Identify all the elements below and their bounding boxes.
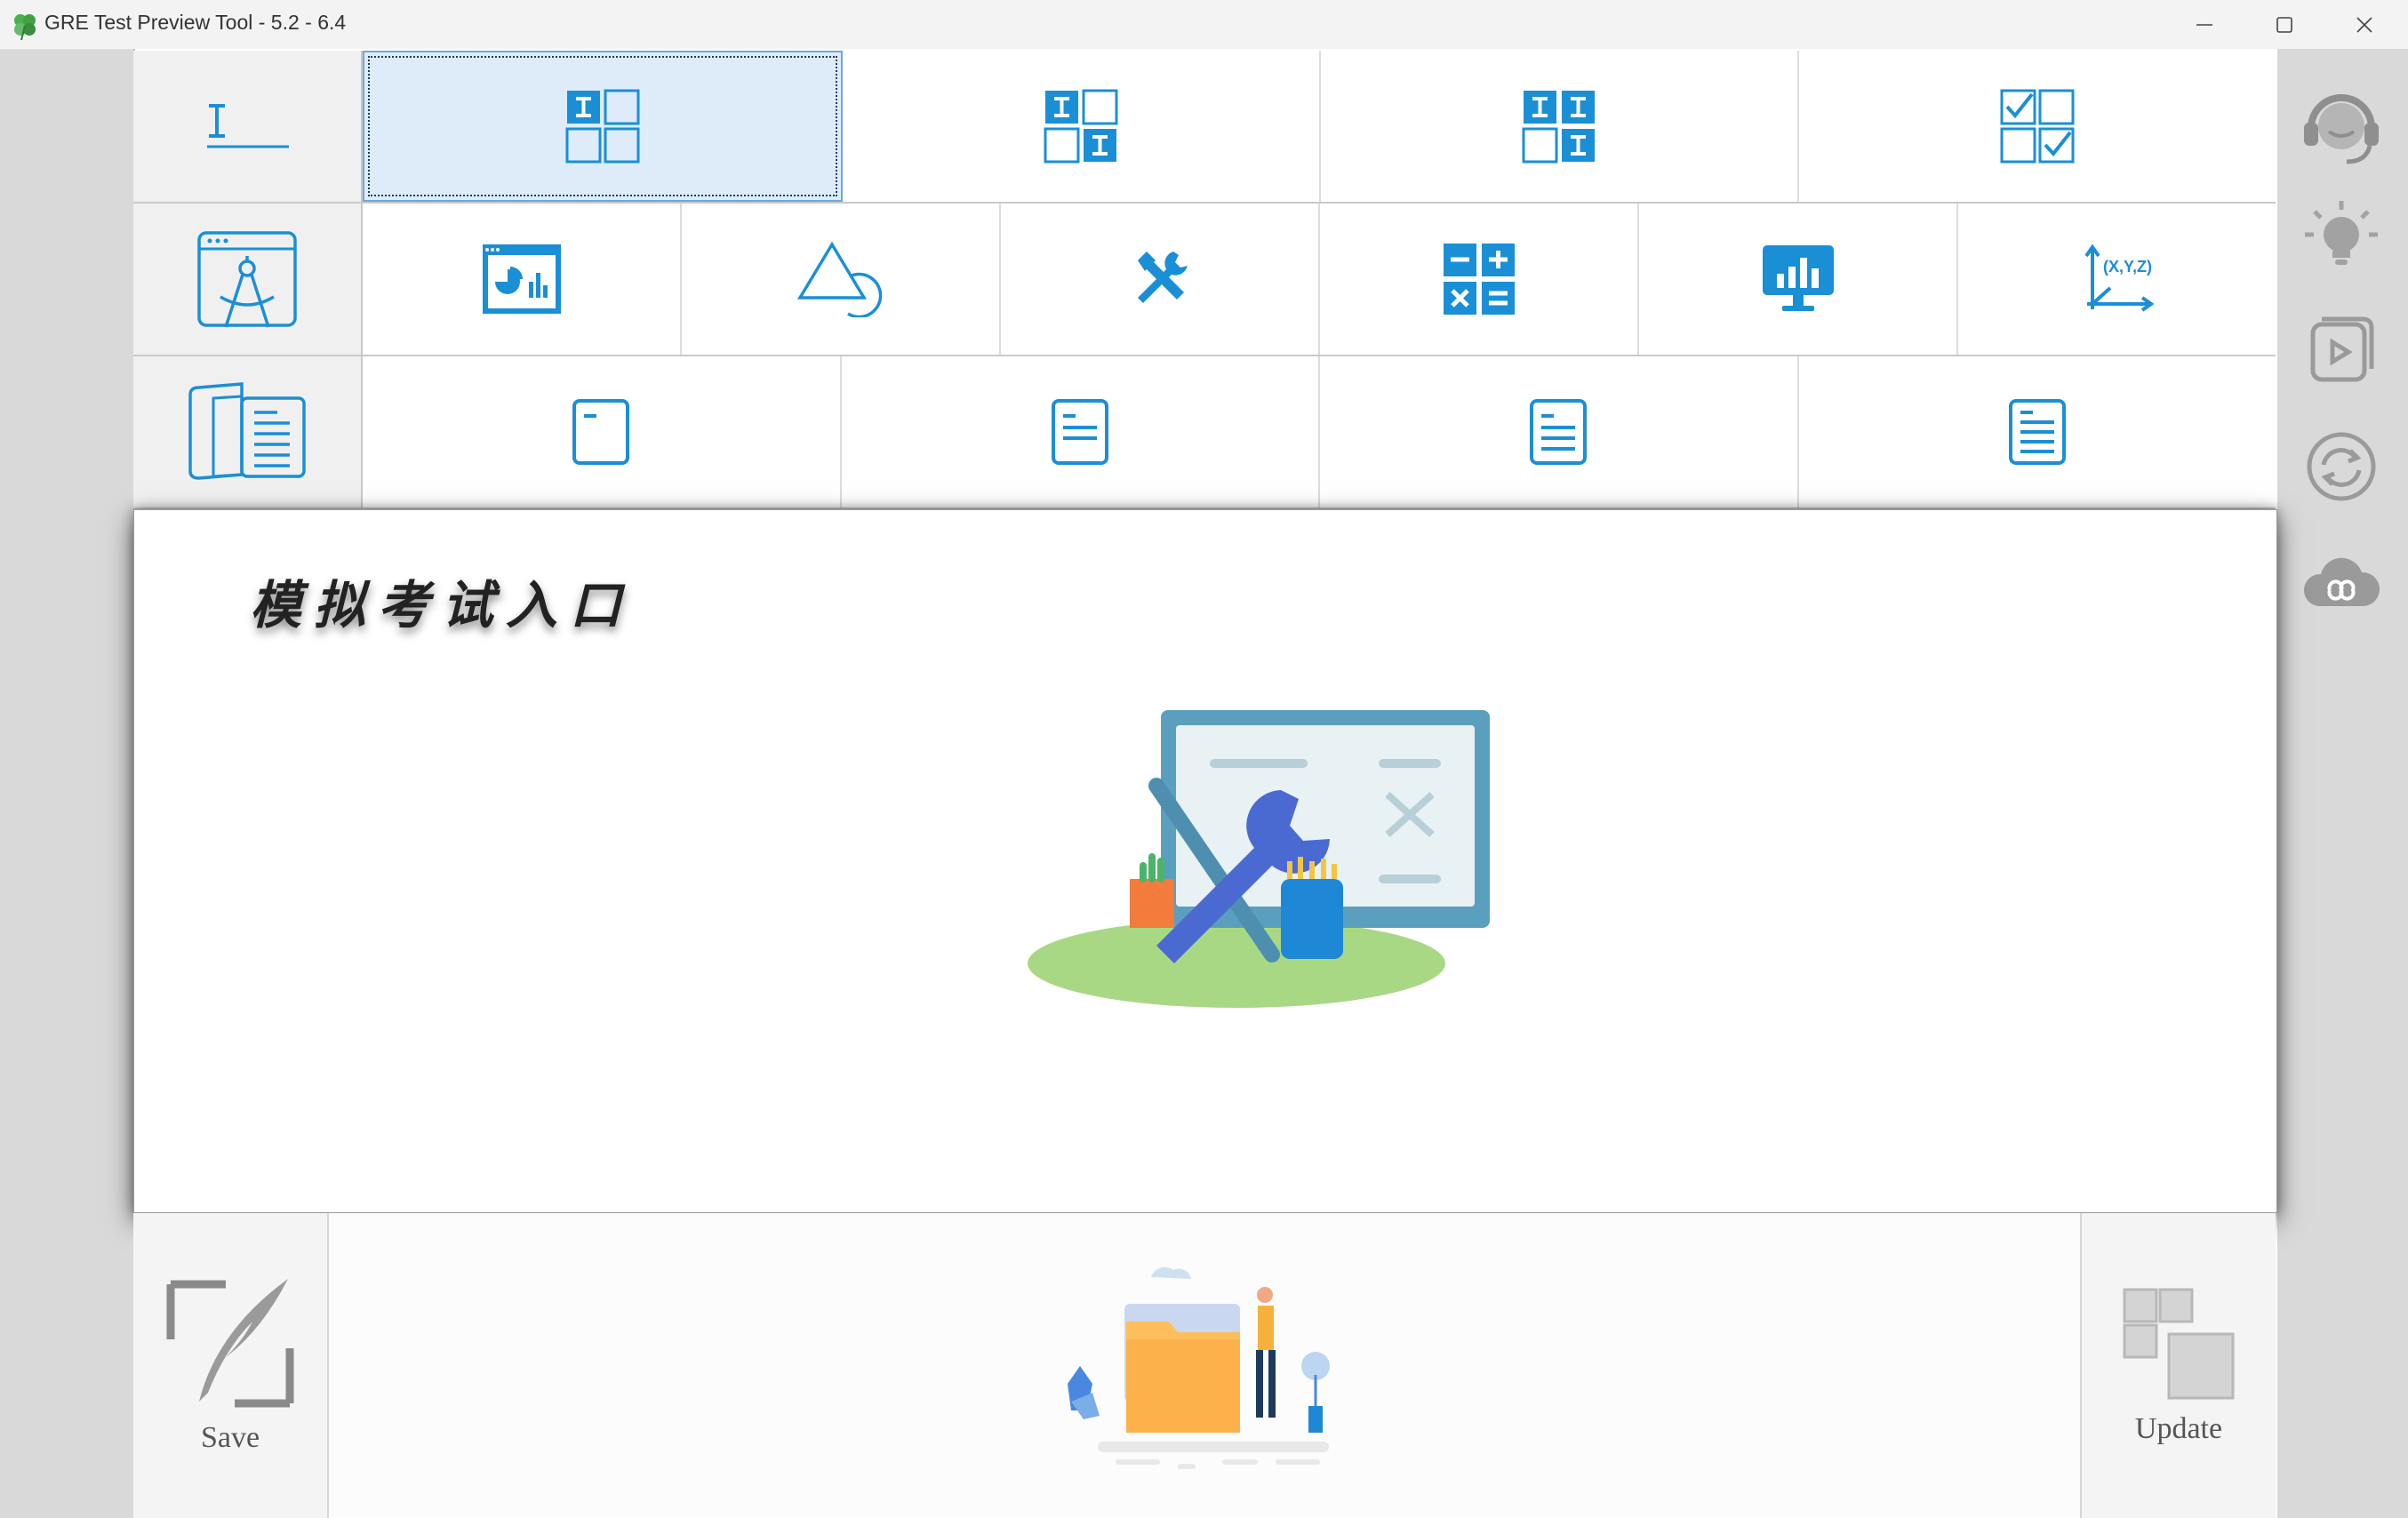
video-button[interactable]: [2297, 307, 2386, 395]
quant-grid-2-icon: [1044, 89, 1118, 164]
tips-button[interactable]: [2297, 191, 2386, 280]
quant-cell-2[interactable]: [843, 51, 1321, 202]
xyz-axis-icon: (X,Y,Z): [2084, 244, 2154, 312]
shapes-icon: [796, 241, 882, 317]
document-3-icon: [1530, 399, 1588, 465]
math-cell-tools[interactable]: [1001, 204, 1320, 355]
open-book-icon: [188, 382, 306, 480]
calculator-icon: [1443, 244, 1515, 315]
right-sidebar: [2277, 49, 2408, 1518]
maximize-button[interactable]: [2244, 0, 2324, 49]
document-4-icon: [2008, 399, 2066, 465]
maintenance-illustration: [1028, 710, 1490, 1008]
math-cell-shapes[interactable]: [682, 204, 1001, 355]
window-title: GRE Test Preview Tool - 5.2 - 6.4: [44, 11, 347, 34]
refresh-icon: [2307, 432, 2376, 501]
title-bar: GRE Test Preview Tool - 5.2 - 6.4: [0, 0, 2408, 50]
save-label: Save: [200, 1420, 260, 1454]
row-label-geometry[interactable]: [133, 204, 363, 355]
verbal-cell-1[interactable]: [363, 356, 842, 507]
video-play-icon: [2310, 316, 2374, 382]
document-2-icon: [1051, 399, 1108, 465]
lightbulb-icon: [2305, 201, 2378, 265]
sync-button[interactable]: [2297, 422, 2386, 511]
verbal-cell-2[interactable]: [841, 356, 1320, 507]
row-label-text[interactable]: [133, 51, 363, 202]
verbal-cell-4[interactable]: [1798, 356, 2276, 507]
bottom-bar: Save Update: [133, 1213, 2276, 1518]
save-button[interactable]: Save: [133, 1213, 329, 1518]
svg-text:(X,Y,Z): (X,Y,Z): [2103, 258, 2152, 276]
minimize-icon: [2196, 23, 2212, 26]
monitor-chart-icon: [1762, 245, 1834, 311]
verbal-cell-3[interactable]: [1320, 356, 1799, 507]
minimize-button[interactable]: [2164, 0, 2244, 49]
quant-grid-1-icon: [565, 89, 640, 164]
row-label-reading[interactable]: [133, 356, 363, 507]
math-cell-monitor[interactable]: [1639, 204, 1958, 355]
support-button[interactable]: [2297, 80, 2386, 169]
clover-icon: [14, 14, 36, 41]
cloud-button[interactable]: [2297, 538, 2386, 627]
grid-row-quant: [133, 51, 2276, 204]
update-squares-icon: [2123, 1288, 2235, 1399]
text-underline-icon: [207, 104, 289, 148]
close-icon: [2356, 16, 2372, 33]
quant-grid-check-icon: [2000, 89, 2075, 164]
cloud-icon: [2303, 557, 2380, 606]
data-chart-icon: [482, 244, 561, 314]
math-cell-data[interactable]: [363, 204, 682, 355]
update-button[interactable]: Update: [2080, 1213, 2276, 1518]
math-cell-calculator[interactable]: [1320, 204, 1639, 355]
quant-grid-3-icon: [1522, 91, 1595, 164]
bottom-center-area: [329, 1213, 2080, 1518]
quant-cell-1[interactable]: [363, 51, 843, 202]
mock-exam-panel[interactable]: 模拟考试入口: [133, 509, 2277, 1213]
maximize-icon: [2276, 16, 2292, 33]
tools-icon: [1137, 252, 1188, 303]
quant-cell-4[interactable]: [1799, 51, 2276, 202]
update-label: Update: [2134, 1411, 2223, 1445]
headset-icon: [2304, 94, 2379, 164]
document-1-icon: [572, 399, 630, 465]
grid-row-verbal: [133, 356, 2276, 509]
folder-illustration: [1068, 1266, 1330, 1469]
close-button[interactable]: [2324, 0, 2404, 49]
panel-title: 模拟考试入口: [250, 575, 635, 635]
quill-save-icon: [166, 1278, 294, 1407]
grid-row-math: (X,Y,Z): [133, 204, 2276, 356]
geometry-compass-icon: [197, 231, 297, 328]
quant-cell-3[interactable]: [1321, 51, 1799, 202]
math-cell-coordinates[interactable]: (X,Y,Z): [1958, 204, 2276, 355]
